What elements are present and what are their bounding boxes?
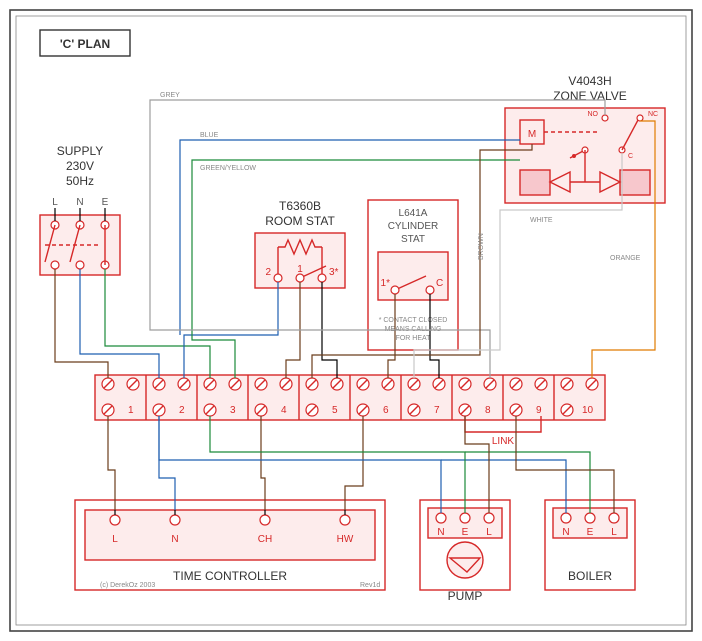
zone-c: C [628, 153, 633, 160]
junction-label-6: 6 [383, 405, 389, 416]
roomstat-t1: 1 [297, 264, 303, 275]
wirelabel-green: GREEN/YELLOW [200, 165, 256, 172]
junction-label-8: 8 [485, 405, 491, 416]
wirelabel-blue: BLUE [200, 132, 219, 139]
zone-title2: ZONE VALVE [553, 89, 627, 103]
junction-label-5: 5 [332, 405, 338, 416]
supply-l: L [52, 197, 58, 208]
supply-title3: 50Hz [66, 174, 94, 188]
zone-no: NO [588, 111, 599, 118]
wirelabel-brown: BROWN [478, 233, 485, 260]
timer-n: N [171, 534, 178, 545]
zone-m: M [528, 129, 536, 140]
junction-box [95, 375, 605, 420]
boiler-e: E [587, 527, 594, 538]
junction-label-4: 4 [281, 405, 287, 416]
cylstat-title3: STAT [401, 234, 425, 245]
roomstat-title1: T6360B [279, 199, 321, 213]
pump-l: L [486, 527, 492, 538]
roomstat-t3: 3* [329, 267, 339, 278]
pump-title: PUMP [448, 589, 483, 603]
supply-n: N [76, 197, 83, 208]
timer-ch: CH [258, 534, 272, 545]
cylstat-title1: L641A [399, 208, 428, 219]
cylstat-title2: CYLINDER [388, 221, 439, 232]
boiler-title: BOILER [568, 569, 612, 583]
cylstat-note1: * CONTACT CLOSED [379, 317, 448, 324]
junction-label-9: 9 [536, 405, 542, 416]
timer-title: TIME CONTROLLER [173, 569, 287, 583]
roomstat-t2: 2 [265, 267, 271, 278]
roomstat-title2: ROOM STAT [265, 214, 335, 228]
copyright-text: (c) DerekOz 2003 [100, 582, 155, 589]
wirelabel-orange: ORANGE [610, 255, 641, 262]
title-text: 'C' PLAN [60, 37, 110, 51]
junction-label-2: 2 [179, 405, 185, 416]
pump-n: N [437, 527, 444, 538]
pump-e: E [462, 527, 469, 538]
timer-hw: HW [337, 534, 354, 545]
boiler-l: L [611, 527, 617, 538]
cylstat-tc: C [436, 278, 443, 289]
supply-title2: 230V [66, 159, 94, 173]
rev-text: Rev1d [360, 582, 380, 589]
junction-label-10: 10 [582, 405, 594, 416]
supply-e: E [102, 197, 109, 208]
link-label: LINK [492, 436, 515, 447]
zone-title1: V4043H [568, 74, 611, 88]
supply-title1: SUPPLY [57, 144, 103, 158]
boiler-n: N [562, 527, 569, 538]
cylstat-t1: 1* [381, 278, 391, 289]
cylstat-note3: FOR HEAT [396, 335, 432, 342]
timer-l: L [112, 534, 118, 545]
zone-nc: NC [648, 111, 658, 118]
junction-label-3: 3 [230, 405, 236, 416]
junction-label-7: 7 [434, 405, 440, 416]
junction-label-1: 1 [128, 405, 134, 416]
wirelabel-white: WHITE [530, 217, 553, 224]
wirelabel-grey: GREY [160, 92, 180, 99]
